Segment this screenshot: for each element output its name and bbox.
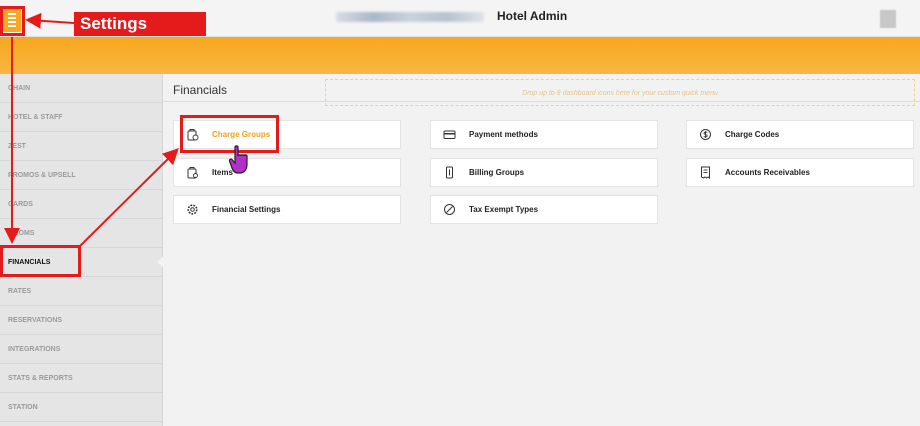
- annotation-box-financials: [0, 245, 81, 277]
- annotation-box-menu: [0, 6, 25, 36]
- bag-icon: [187, 167, 198, 179]
- sidebar-item-stats-reports[interactable]: STATS & REPORTS: [0, 364, 162, 393]
- quick-menu-band: Drop up to 8 dashboard icons here for yo…: [0, 37, 920, 106]
- card-label: Financial Settings: [212, 205, 281, 214]
- sidebar-item-zest[interactable]: ZEST: [0, 132, 162, 161]
- annotation-label: Settings: [74, 12, 206, 36]
- sidebar-item-station[interactable]: STATION: [0, 393, 162, 422]
- sidebar-item-promos-upsell[interactable]: PROMOS & UPSELL: [0, 161, 162, 190]
- billing-icon: [446, 166, 453, 179]
- hand-cursor-icon: [228, 145, 248, 174]
- card-tax-exempt-types[interactable]: Tax Exempt Types: [430, 195, 658, 224]
- card-accounts-receivables[interactable]: Accounts Receivables: [686, 158, 914, 187]
- card-charge-codes[interactable]: Charge Codes: [686, 120, 914, 149]
- blurred-hotel-name: [336, 12, 484, 22]
- card-items[interactable]: Items: [173, 158, 401, 187]
- sidebar-item-integrations[interactable]: INTEGRATIONS: [0, 335, 162, 364]
- sidebar-item-chain[interactable]: CHAIN: [0, 74, 162, 103]
- dollar-circle-icon: [700, 129, 711, 140]
- card-label: Charge Codes: [725, 130, 780, 139]
- sidebar-item-rooms[interactable]: ROOMS: [0, 219, 162, 248]
- sidebar-item-cards[interactable]: CARDS: [0, 190, 162, 219]
- gear-icon: [187, 204, 198, 215]
- credit-card-icon: [443, 130, 456, 139]
- sidebar-item-hotel-staff[interactable]: HOTEL & STAFF: [0, 103, 162, 132]
- receipt-icon: [701, 166, 710, 179]
- sidebar-item-reservations[interactable]: RESERVATIONS: [0, 306, 162, 335]
- card-label: Billing Groups: [469, 168, 525, 177]
- card-payment-methods[interactable]: Payment methods: [430, 120, 658, 149]
- user-avatar[interactable]: [880, 10, 896, 28]
- sidebar-item-rates[interactable]: RATES: [0, 277, 162, 306]
- tax-exempt-icon: [444, 204, 455, 215]
- card-billing-groups[interactable]: Billing Groups: [430, 158, 658, 187]
- card-label: Tax Exempt Types: [469, 205, 539, 214]
- card-label: Payment methods: [469, 130, 538, 139]
- card-label: Accounts Receivables: [725, 168, 810, 177]
- page-title: Financials: [173, 83, 228, 97]
- card-financial-settings[interactable]: Financial Settings: [173, 195, 401, 224]
- title-divider: [163, 101, 920, 102]
- app-title: Hotel Admin: [497, 9, 568, 23]
